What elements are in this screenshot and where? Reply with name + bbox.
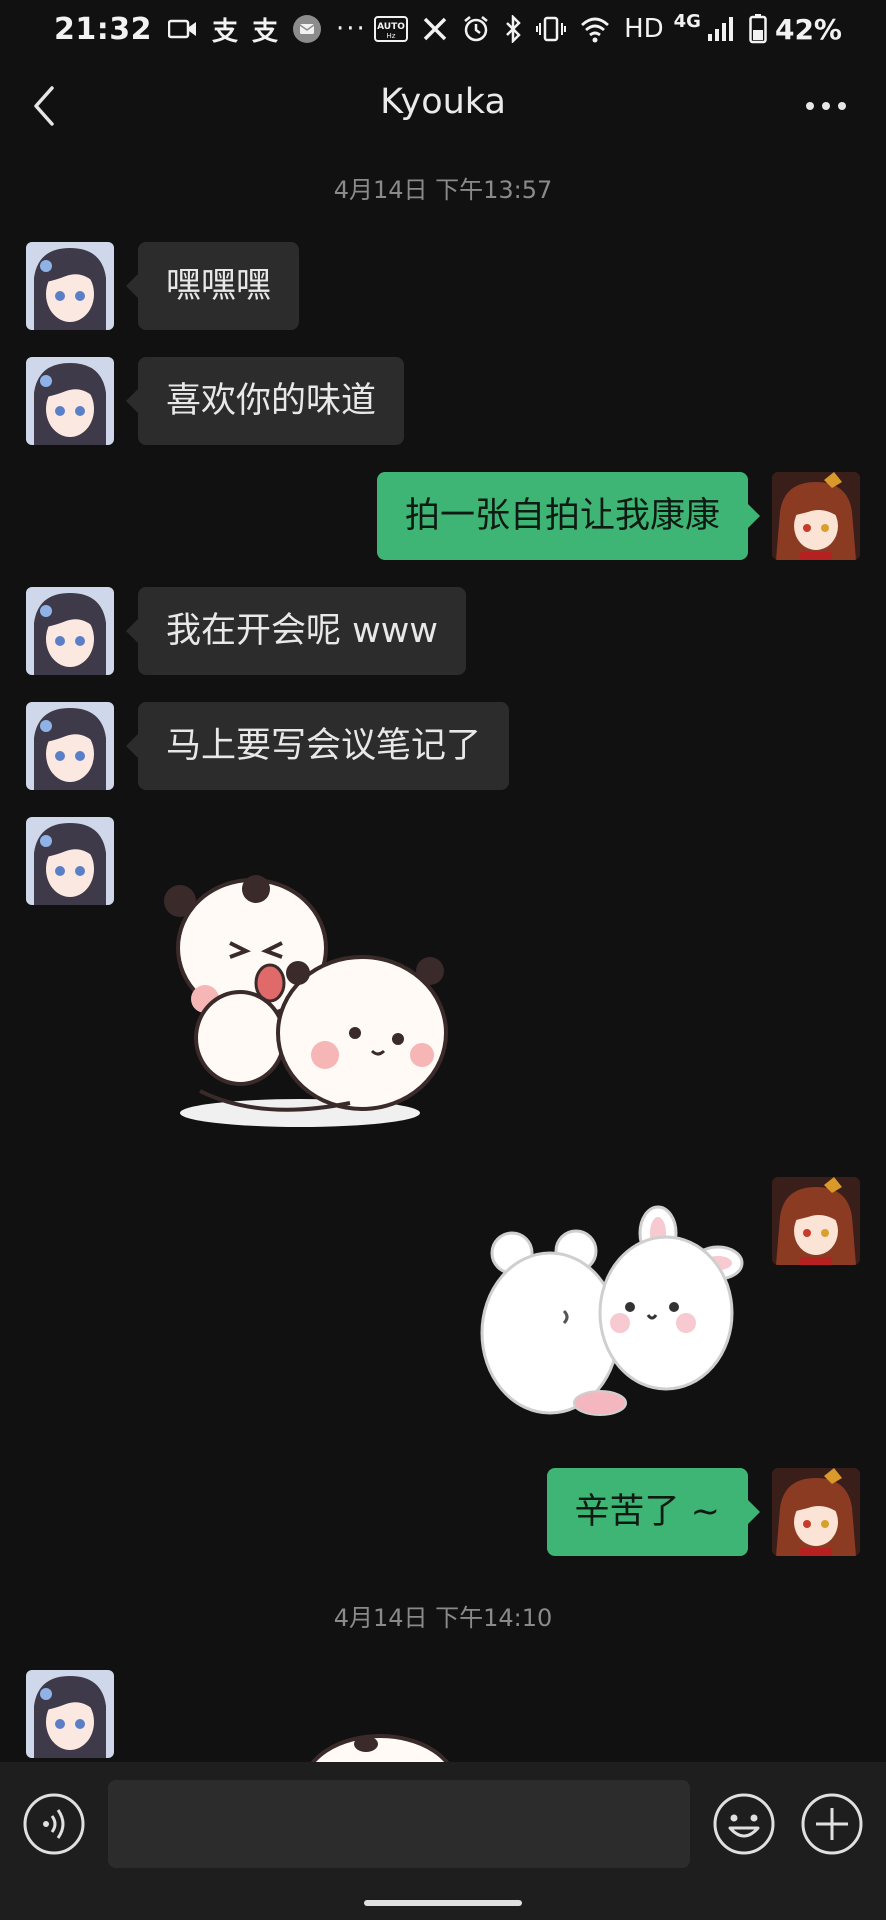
wifi-icon bbox=[580, 15, 610, 43]
message-row-incoming: 我在开会呢 www bbox=[0, 587, 886, 675]
time-divider: 4月14日 下午14:10 bbox=[333, 1604, 553, 1632]
signal-icon bbox=[707, 16, 735, 42]
emoji-button[interactable] bbox=[712, 1792, 776, 1856]
network-type-label: 4G bbox=[673, 10, 701, 32]
auto-hz-icon: AUTO Hz bbox=[374, 15, 409, 43]
message-bubble-incoming[interactable]: 嘿嘿嘿 bbox=[125, 242, 300, 330]
contact-avatar[interactable] bbox=[26, 1670, 114, 1758]
voice-button[interactable] bbox=[22, 1792, 86, 1856]
hz-label: Hz bbox=[387, 32, 396, 40]
voice-icon bbox=[23, 1793, 85, 1855]
contact-avatar[interactable] bbox=[26, 242, 114, 330]
status-time: 21:32 bbox=[54, 11, 152, 47]
bluetooth-icon bbox=[504, 15, 522, 43]
message-input[interactable] bbox=[108, 1780, 690, 1868]
message-row-incoming bbox=[0, 1670, 886, 1762]
battery-icon bbox=[749, 14, 767, 44]
network-hd-label: HD bbox=[624, 14, 664, 44]
contact-avatar[interactable] bbox=[26, 702, 114, 790]
panda-bears-sticker[interactable] bbox=[140, 843, 460, 1143]
message-icon bbox=[292, 14, 322, 44]
video-icon bbox=[168, 18, 198, 40]
message-bubble-outgoing[interactable]: 拍一张自拍让我康康 bbox=[376, 472, 761, 560]
message-bubble-incoming[interactable]: 马上要写会议笔记了 bbox=[125, 702, 510, 790]
alipay-icon: 支 bbox=[212, 16, 239, 47]
chat-screen: 21:32 支 支 ··· AUTO Hz HD 4G 42% Kyouka 4… bbox=[0, 0, 886, 1920]
bunny-bears-sticker[interactable] bbox=[478, 1203, 748, 1423]
message-row-outgoing: 辛苦了 ~ bbox=[0, 1468, 886, 1556]
message-bubble-outgoing[interactable]: 辛苦了 ~ bbox=[546, 1468, 761, 1556]
message-row-incoming bbox=[0, 817, 886, 1147]
more-button[interactable] bbox=[802, 94, 850, 118]
time-divider: 4月14日 下午13:57 bbox=[333, 176, 553, 204]
message-row-incoming: 嘿嘿嘿 bbox=[0, 242, 886, 330]
chat-title: Kyouka bbox=[380, 82, 506, 122]
panda-sticker-partial[interactable] bbox=[180, 1726, 480, 1762]
status-bar: 21:32 支 支 ··· AUTO Hz HD 4G 42% bbox=[0, 0, 886, 58]
input-bar bbox=[0, 1762, 886, 1920]
message-row-outgoing bbox=[0, 1177, 886, 1427]
contact-avatar[interactable] bbox=[26, 357, 114, 445]
contact-avatar[interactable] bbox=[26, 817, 114, 905]
vibrate-icon bbox=[536, 16, 567, 42]
contact-avatar[interactable] bbox=[26, 587, 114, 675]
home-indicator[interactable] bbox=[364, 1900, 522, 1906]
chat-header: Kyouka bbox=[0, 58, 886, 154]
alarm-icon bbox=[462, 15, 490, 43]
user-avatar[interactable] bbox=[772, 1177, 860, 1265]
auto-label: AUTO bbox=[377, 22, 405, 32]
user-avatar[interactable] bbox=[772, 1468, 860, 1556]
message-row-incoming: 马上要写会议笔记了 bbox=[0, 702, 886, 790]
message-bubble-incoming[interactable]: 我在开会呢 www bbox=[125, 587, 467, 675]
more-notifications-icon: ··· bbox=[336, 14, 367, 44]
message-bubble-incoming[interactable]: 喜欢你的味道 bbox=[125, 357, 405, 445]
message-row-outgoing: 拍一张自拍让我康康 bbox=[0, 472, 886, 560]
plus-icon bbox=[801, 1793, 863, 1855]
emoji-icon bbox=[713, 1793, 775, 1855]
x-icon bbox=[422, 16, 448, 42]
message-row-incoming: 喜欢你的味道 bbox=[0, 357, 886, 445]
battery-percent: 42% bbox=[774, 12, 842, 46]
user-avatar[interactable] bbox=[772, 472, 860, 560]
more-dots-icon bbox=[806, 102, 846, 110]
more-functions-button[interactable] bbox=[800, 1792, 864, 1856]
alipay-icon: 支 bbox=[252, 16, 279, 47]
